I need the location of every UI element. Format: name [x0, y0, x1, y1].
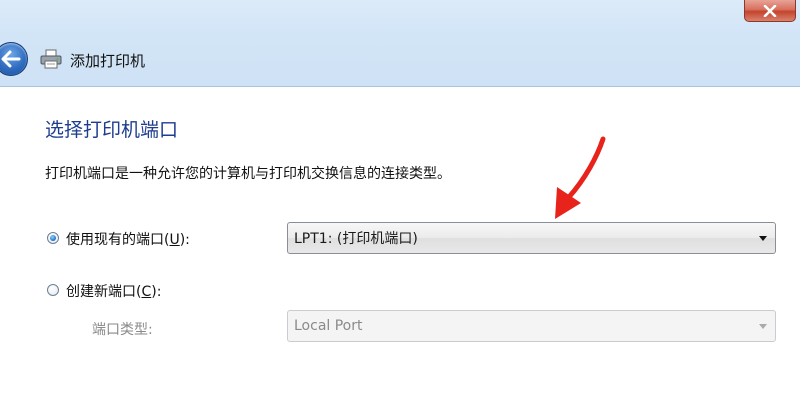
- use-existing-port-hotkey: U: [169, 232, 180, 248]
- close-button[interactable]: [744, 0, 796, 22]
- create-new-port-label-prefix: 创建新端口(: [66, 284, 142, 300]
- window-title: 添加打印机: [70, 52, 146, 70]
- chevron-down-icon: [759, 236, 767, 241]
- chevron-down-icon: [759, 324, 767, 329]
- use-existing-port-label-suffix: ):: [179, 232, 190, 248]
- port-type-dropdown[interactable]: Local Port: [287, 310, 776, 342]
- port-type-label: 端口类型:: [92, 322, 153, 338]
- annotation-arrow-icon: [555, 136, 606, 219]
- create-new-port-radio[interactable]: [47, 284, 59, 296]
- create-new-port-label-suffix: ):: [151, 284, 162, 300]
- window-header: 添加打印机: [0, 0, 800, 87]
- back-arrow-icon: [1, 50, 21, 68]
- use-existing-port-label-prefix: 使用现有的端口(: [66, 232, 170, 248]
- existing-port-dropdown[interactable]: LPT1: (打印机端口): [287, 222, 776, 254]
- use-existing-port-radio[interactable]: [47, 232, 59, 244]
- port-type-dropdown-value: Local Port: [294, 318, 363, 334]
- create-new-port-hotkey: C: [141, 284, 152, 300]
- page-title: 选择打印机端口: [45, 119, 179, 141]
- existing-port-dropdown-value: LPT1: (打印机端口): [294, 231, 418, 247]
- create-new-port-label[interactable]: 创建新端口(C):: [66, 281, 161, 301]
- back-button[interactable]: [0, 42, 28, 76]
- page-description: 打印机端口是一种允许您的计算机与打印机交换信息的连接类型。: [45, 166, 451, 182]
- use-existing-port-label[interactable]: 使用现有的端口(U):: [66, 229, 190, 249]
- printer-icon: [40, 49, 62, 69]
- radio-selected-dot: [50, 235, 56, 241]
- close-icon: [763, 4, 777, 17]
